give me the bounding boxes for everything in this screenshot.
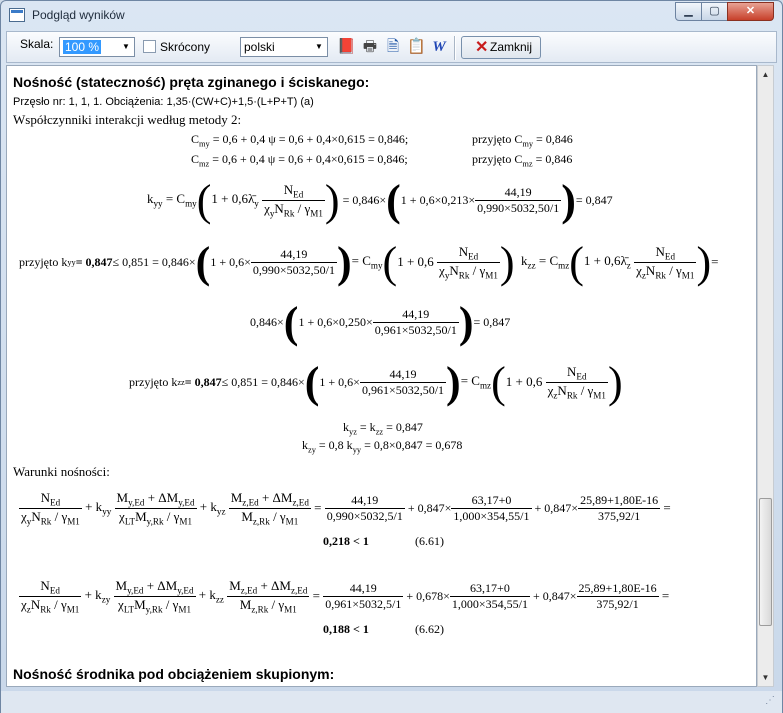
member-info: Przęsło nr: 1, 1, 1. Obciążenia: 1,35·(C… xyxy=(13,96,314,108)
language-value: polski xyxy=(244,40,275,54)
conditions-title: Warunki nośności: xyxy=(13,464,110,479)
close-icon: ✕ xyxy=(475,39,489,56)
cmy-equation: Cmy = 0,6 + 0,4 ψ = 0,6 + 0,4×0,615 = 0,… xyxy=(191,132,409,149)
short-checkbox[interactable] xyxy=(143,40,156,53)
condition-6-61: NEd χyNRk / γM1 + kyy My,Ed + ΔMy,Ed χLTMy… xyxy=(19,489,671,527)
toolbar: Skala: 100 % ▼ Skrócony polski ▼ 📕 🖶 🗎 📋… xyxy=(6,31,777,63)
vertical-scrollbar[interactable]: ▲ ▼ xyxy=(757,65,774,687)
scroll-thumb[interactable] xyxy=(759,498,772,626)
kzz-adopted-line: przyjęto k zz = 0,847 ≤ 0,851 = 0,846× ( … xyxy=(129,357,623,407)
kyy-formula: kyy = Cmy ( 1 + 0,6λ̄y NEd χyNRk / γM1 ) … xyxy=(147,175,613,225)
chevron-down-icon: ▼ xyxy=(315,42,323,51)
document-icon[interactable]: 🗎 xyxy=(384,38,402,56)
short-label: Skrócony xyxy=(160,40,211,54)
scale-combo[interactable]: 100 % ▼ xyxy=(59,37,135,57)
condition-6-62-ref: (6.62) xyxy=(415,622,444,636)
language-combo[interactable]: polski ▼ xyxy=(240,37,328,57)
book-icon[interactable]: 📕 xyxy=(337,38,356,56)
results-preview-window: Podgląd wyników ▁ ▢ ✕ Skala: 100 % ▼ Skr… xyxy=(0,0,783,713)
window-icon xyxy=(9,8,25,22)
scroll-down-arrow[interactable]: ▼ xyxy=(758,669,773,686)
kzz-value-line: 0,846× ( 1 + 0,6×0,250× 44,19 0,961×5032,… xyxy=(250,297,511,347)
maximize-button[interactable]: ▢ xyxy=(701,2,728,21)
word-icon[interactable]: W xyxy=(430,38,448,56)
condition-6-61-result: 0,218 < 1 xyxy=(323,534,369,548)
cmy-adopted: przyjęto Cmy = 0,846 xyxy=(472,132,573,149)
section-title-web-resistance: Nośność środnika pod obciążeniem skupion… xyxy=(13,666,335,682)
close-window-button[interactable]: ✕ xyxy=(727,2,774,21)
scale-value: 100 % xyxy=(63,40,102,54)
report-view[interactable]: Nośność (stateczność) pręta zginanego i … xyxy=(6,65,757,687)
scale-label: Skala: xyxy=(20,37,54,51)
chevron-down-icon: ▼ xyxy=(122,42,130,51)
scroll-up-arrow[interactable]: ▲ xyxy=(758,66,773,83)
printer-icon[interactable]: 🖶 xyxy=(361,38,379,56)
title-bar[interactable]: Podgląd wyników ▁ ▢ ✕ xyxy=(1,1,782,31)
condition-6-62: NEd χzNRk / γM1 + kzy My,Ed + ΔMy,Ed χLTMy… xyxy=(19,577,670,615)
condition-6-61-ref: (6.61) xyxy=(415,534,444,548)
close-button-label: Zamknij xyxy=(490,40,533,54)
clipboard-icon[interactable]: 📋 xyxy=(407,38,426,56)
cmz-adopted: przyjęto Cmz = 0,846 xyxy=(472,152,573,169)
minimize-button[interactable]: ▁ xyxy=(675,2,702,21)
close-button[interactable]: ✕ Zamknij xyxy=(461,36,541,59)
kzy-line: kzy = 0,8 kyy = 0,8×0,847 = 0,678 xyxy=(302,438,463,455)
kyy-adopted-line: przyjęto k yy = 0,847 ≤ 0,851 = 0,846× ( … xyxy=(19,237,719,287)
resize-grip-icon[interactable]: ⋰ xyxy=(765,695,779,709)
interaction-coef-title: Współczynniki interakcji według metody 2… xyxy=(13,112,242,127)
kyz-line: kyz = kzz = 0,847 xyxy=(343,420,423,437)
window-title: Podgląd wyników xyxy=(32,8,125,22)
condition-6-62-result: 0,188 < 1 xyxy=(323,622,369,636)
status-bar: ⋰ xyxy=(1,691,782,713)
cmz-equation: Cmz = 0,6 + 0,4 ψ = 0,6 + 0,4×0,615 = 0,… xyxy=(191,152,408,169)
section-title-bending-compression: Nośność (stateczność) pręta zginanego i … xyxy=(13,74,370,90)
toolbar-separator xyxy=(454,36,456,60)
